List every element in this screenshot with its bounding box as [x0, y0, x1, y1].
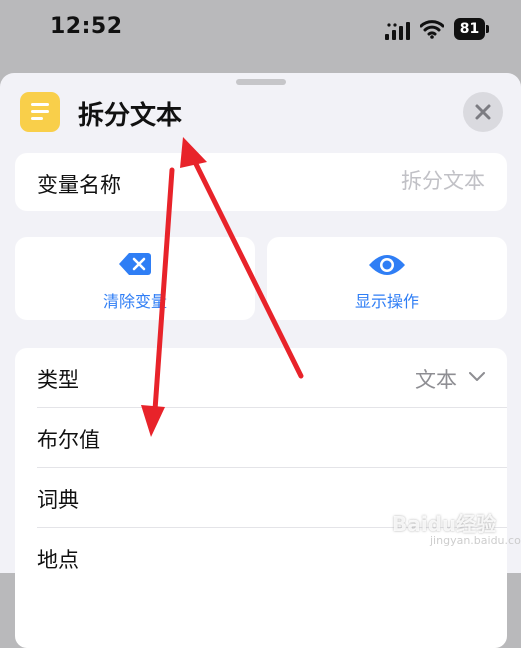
battery-level: 81 [454, 18, 485, 40]
close-button[interactable] [463, 92, 503, 132]
watermark-url: jingyan.baidu.com [430, 534, 521, 547]
sheet-grabber[interactable] [236, 79, 286, 85]
watermark-brand: Baidu经验 [392, 512, 497, 536]
action-sheet: 拆分文本 变量名称 清除变量 显示操作 类型 文本 [0, 73, 521, 648]
chevron-down-icon [469, 372, 485, 381]
eye-icon [369, 255, 405, 275]
variable-name-input[interactable] [285, 169, 485, 193]
show-action-label: 显示操作 [354, 292, 419, 311]
status-bar: 12:52 81 [0, 0, 521, 70]
type-label: 类型 [37, 368, 79, 392]
variable-name-row: 变量名称 [15, 153, 507, 211]
variable-name-label: 变量名称 [37, 173, 121, 197]
battery-tip [486, 25, 489, 33]
type-option-label: 地点 [37, 548, 79, 572]
type-option-label: 词典 [37, 488, 79, 512]
show-action-button[interactable]: 显示操作 [267, 237, 507, 320]
type-selected-value: 文本 [415, 368, 457, 392]
close-icon [475, 104, 491, 120]
clear-variable-label: 清除变量 [102, 292, 167, 311]
clear-variable-button[interactable]: 清除变量 [15, 237, 255, 320]
type-select-row[interactable]: 类型 文本 [15, 348, 507, 408]
text-lines-icon [20, 92, 60, 132]
clear-delete-icon [119, 253, 151, 275]
wifi-icon [420, 20, 444, 39]
cellular-signal-icon [385, 22, 410, 40]
type-option-boolean[interactable]: 布尔值 [15, 408, 507, 468]
battery-indicator: 81 [454, 18, 490, 40]
type-option-label: 布尔值 [37, 428, 100, 452]
status-time: 12:52 [50, 14, 123, 39]
type-list: 类型 文本 布尔值 词典 地点 [15, 348, 507, 648]
sheet-title: 拆分文本 [78, 101, 183, 131]
